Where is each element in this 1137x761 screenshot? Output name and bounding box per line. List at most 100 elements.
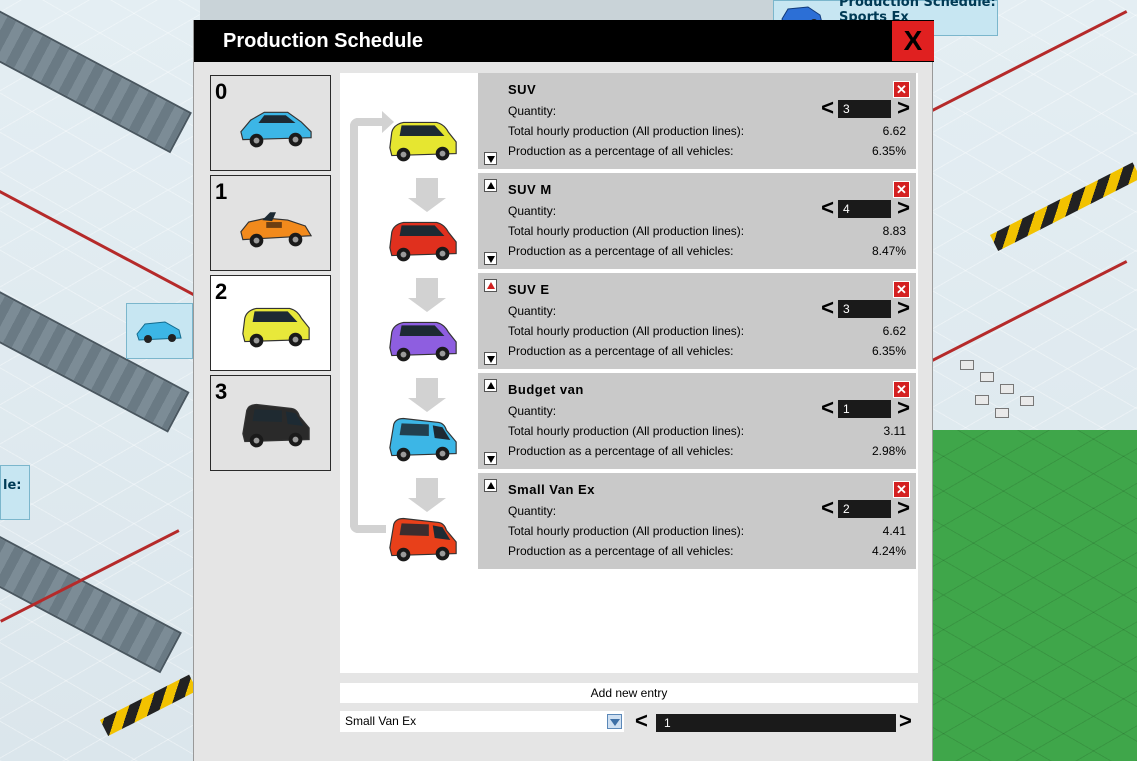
move-down-button[interactable] <box>484 252 497 265</box>
quantity-decrease-button[interactable]: < <box>821 97 834 119</box>
move-up-button[interactable] <box>484 279 497 292</box>
slot-car <box>237 394 315 454</box>
percentage-label: Production as a percentage of all vehicl… <box>508 444 734 458</box>
down-arrow-icon <box>408 378 446 412</box>
slot-number: 1 <box>215 179 228 204</box>
entry-car <box>384 107 462 169</box>
dialog-title: Production Schedule <box>223 30 424 52</box>
quantity-label: Quantity: <box>508 404 557 418</box>
hourly-production-value: 4.41 <box>882 524 906 538</box>
move-up-button[interactable] <box>484 379 497 392</box>
hourly-production-label: Total hourly production (All production … <box>508 324 745 338</box>
down-arrow-icon <box>408 178 446 212</box>
quantity-field[interactable]: 4 <box>838 200 891 218</box>
model-dropdown-value: Small Van Ex <box>345 714 417 728</box>
production-schedule-dialog: Production Schedule X 0 1 2 3 SUV Quantit… <box>193 20 934 761</box>
hourly-production-label: Total hourly production (All production … <box>508 124 745 138</box>
quantity-increase-button[interactable]: > <box>897 397 910 419</box>
entry-name: Small Van Ex <box>508 482 595 497</box>
quantity-field[interactable]: 2 <box>838 500 891 518</box>
tag-line-1: Production Schedule: <box>839 0 996 10</box>
entry-car <box>384 507 462 569</box>
quantity-field[interactable]: 3 <box>838 100 891 118</box>
slot-car <box>237 294 315 354</box>
quantity-label: Quantity: <box>508 304 557 318</box>
quantity-decrease-button[interactable]: < <box>821 197 834 219</box>
sedan-car-icon <box>136 321 182 343</box>
hourly-production-value: 3.11 <box>883 424 906 438</box>
van-car-icon <box>389 417 457 462</box>
quantity-label: Quantity: <box>508 504 557 518</box>
move-down-button[interactable] <box>484 352 497 365</box>
percentage-value: 4.24% <box>871 544 906 558</box>
hourly-production-value: 6.62 <box>882 324 906 338</box>
hourly-production-label: Total hourly production (All production … <box>508 424 745 438</box>
slot-1[interactable]: 1 <box>210 175 331 271</box>
entry-name: Budget van <box>508 382 584 397</box>
suv-car-icon <box>389 321 457 362</box>
loop-arrow-icon <box>350 118 386 533</box>
slot-car <box>237 94 315 154</box>
add-new-entry-button[interactable]: Add new entry <box>340 683 918 703</box>
crate <box>1020 396 1034 406</box>
schedule-entry: SUV Quantity: Total hourly production (All… <box>478 73 916 169</box>
quantity-field[interactable]: 3 <box>838 300 891 318</box>
down-arrow-icon <box>408 278 446 312</box>
close-button[interactable]: X <box>892 21 934 61</box>
crate <box>960 360 974 370</box>
schedule-entry: SUV M Quantity: Total hourly production (A… <box>478 173 916 269</box>
percentage-label: Production as a percentage of all vehicl… <box>508 244 734 258</box>
quantity-decrease-button[interactable]: < <box>821 497 834 519</box>
slot-2[interactable]: 2 <box>210 275 331 371</box>
schedule-entries-panel: SUV Quantity: Total hourly production (All… <box>340 73 918 673</box>
percentage-value: 6.35% <box>871 144 906 158</box>
percentage-label: Production as a percentage of all vehicl… <box>508 144 734 158</box>
hourly-production-label: Total hourly production (All production … <box>508 224 745 238</box>
new-quantity-increase-button[interactable]: > <box>899 710 912 732</box>
entry-car <box>384 307 462 369</box>
percentage-value: 8.47% <box>871 244 906 258</box>
van-car-icon <box>389 517 457 562</box>
quantity-label: Quantity: <box>508 104 557 118</box>
crate <box>980 372 994 382</box>
percentage-label: Production as a percentage of all vehicl… <box>508 544 734 558</box>
quantity-decrease-button[interactable]: < <box>821 297 834 319</box>
entry-car <box>384 407 462 469</box>
new-quantity-field[interactable]: 1 <box>656 714 896 732</box>
new-quantity-decrease-button[interactable]: < <box>635 710 648 732</box>
percentage-value: 2.98% <box>871 444 906 458</box>
quantity-field[interactable]: 1 <box>838 400 891 418</box>
percentage-label: Production as a percentage of all vehicl… <box>508 344 734 358</box>
slot-number: 0 <box>215 79 228 104</box>
left-info-tag[interactable]: le: <box>0 465 30 520</box>
quantity-increase-button[interactable]: > <box>897 297 910 319</box>
move-down-button[interactable] <box>484 152 497 165</box>
move-up-button[interactable] <box>484 479 497 492</box>
entry-name: SUV <box>508 82 537 97</box>
slot-0[interactable]: 0 <box>210 75 331 171</box>
slot-3[interactable]: 3 <box>210 375 331 471</box>
sedan-car-icon <box>240 111 312 148</box>
quantity-label: Quantity: <box>508 204 557 218</box>
quantity-increase-button[interactable]: > <box>897 97 910 119</box>
schedule-entry: Small Van Ex Quantity: Total hourly produc… <box>478 473 916 569</box>
suv-car-icon <box>389 121 457 162</box>
quantity-increase-button[interactable]: > <box>897 197 910 219</box>
entry-car <box>384 207 462 269</box>
slot-number: 2 <box>215 279 228 304</box>
move-down-button[interactable] <box>484 452 497 465</box>
car-thumbnail-tag[interactable] <box>126 303 193 359</box>
slot-number: 3 <box>215 379 228 404</box>
hourly-production-value: 6.62 <box>882 124 906 138</box>
entry-name: SUV E <box>508 282 550 297</box>
quantity-increase-button[interactable]: > <box>897 497 910 519</box>
quantity-decrease-button[interactable]: < <box>821 397 834 419</box>
move-up-button[interactable] <box>484 179 497 192</box>
grass-area[interactable] <box>930 430 1137 761</box>
model-dropdown[interactable]: Small Van Ex <box>340 711 624 732</box>
dropdown-arrow-icon[interactable] <box>607 714 622 729</box>
convertible-car-icon <box>240 212 313 248</box>
percentage-value: 6.35% <box>871 344 906 358</box>
slot-car <box>237 194 315 254</box>
dialog-titlebar: Production Schedule X <box>194 20 934 62</box>
